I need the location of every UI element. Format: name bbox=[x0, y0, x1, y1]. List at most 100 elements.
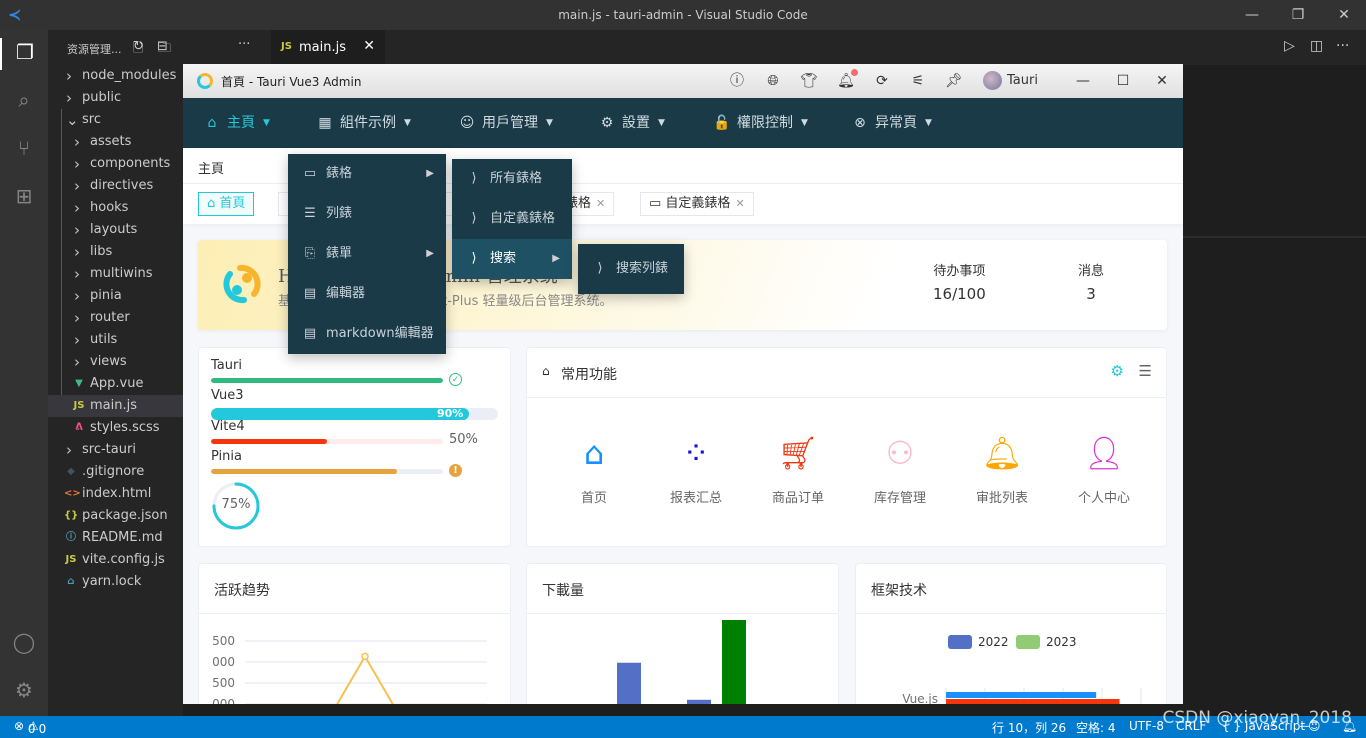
manage-gear-icon[interactable]: ⚙ bbox=[10, 676, 38, 704]
pin-icon[interactable]: 📌︎ bbox=[945, 72, 963, 90]
tree-item-vite-config-js[interactable]: JS vite.config.js bbox=[48, 549, 183, 571]
collapse-all-icon[interactable]: ⊟ bbox=[157, 39, 168, 54]
tree-item-label: assets bbox=[90, 134, 132, 149]
quick-function-item[interactable]: 🔔︎ 审批列表 bbox=[962, 433, 1042, 506]
app-close-button[interactable]: ✕ bbox=[1153, 72, 1171, 90]
line-series bbox=[336, 654, 394, 704]
submenu-item[interactable]: ⟩ 搜索 ▶ bbox=[452, 239, 572, 279]
quick-function-item[interactable]: 🛒︎ 商品订单 bbox=[758, 433, 838, 506]
menu-item[interactable]: ▤ 编輯器 bbox=[288, 274, 446, 314]
close-tab-icon[interactable]: ✕ bbox=[363, 38, 375, 54]
nav-item-error-circle[interactable]: ⊗ 异常頁 ▼ bbox=[851, 98, 932, 148]
tree-item-src-tauri[interactable]: › src-tauri bbox=[48, 439, 183, 461]
tree-item-index-html[interactable]: <> index.html bbox=[48, 483, 183, 505]
tree-item-pinia[interactable]: › pinia bbox=[48, 285, 183, 307]
menu-icon[interactable]: ☰ bbox=[1139, 362, 1152, 380]
notification-dot bbox=[851, 69, 858, 76]
refresh-icon[interactable]: ⟳ bbox=[873, 72, 891, 90]
tree-item-main-js[interactable]: JS main.js bbox=[48, 395, 183, 417]
submenu-item[interactable]: ⟩ 搜索列錶 bbox=[578, 244, 684, 294]
tag-custom-table[interactable]: ▭ 自定義錶格 ✕ bbox=[640, 192, 754, 216]
encoding[interactable]: UTF-8 bbox=[1129, 719, 1164, 733]
user-name[interactable]: Tauri bbox=[1007, 73, 1038, 88]
tree-item-node-modules[interactable]: › node_modules bbox=[48, 65, 183, 87]
nav-item-grid[interactable]: ▦ 組件示例 ▼ bbox=[316, 98, 411, 148]
editor-tab-main-js[interactable]: JS main.js ✕ bbox=[271, 30, 385, 65]
tag-close-icon[interactable]: ✕ bbox=[735, 197, 744, 210]
tag-close-icon[interactable]: ✕ bbox=[596, 197, 605, 210]
refresh-explorer-icon[interactable]: ↻ bbox=[133, 39, 144, 54]
quick-function-item[interactable]: ⚇ 库存管理 bbox=[860, 433, 940, 506]
tree-item-hooks[interactable]: › hooks bbox=[48, 197, 183, 219]
restore-button[interactable]: ❐ bbox=[1288, 5, 1308, 25]
yarn-file-icon: ⌂ bbox=[67, 576, 75, 587]
tree-item-router[interactable]: › router bbox=[48, 307, 183, 329]
breadcrumb-item[interactable]: 主頁 bbox=[198, 158, 224, 177]
settings-icon[interactable]: ⚙ bbox=[1111, 362, 1124, 380]
quick-function-label: 首页 bbox=[580, 491, 607, 506]
indentation[interactable]: 空格: 4 bbox=[1076, 719, 1116, 736]
legend-label: 2023 bbox=[1046, 635, 1077, 649]
tree-item-views[interactable]: › views bbox=[48, 351, 183, 373]
tree-item-styles-scss[interactable]: ᕕ styles.scss bbox=[48, 417, 183, 439]
tree-item-public[interactable]: › public bbox=[48, 87, 183, 109]
close-window-button[interactable]: ✕ bbox=[1334, 5, 1354, 25]
search-icon[interactable]: ⌕ bbox=[10, 86, 38, 114]
menu-item[interactable]: ▤ markdown编輯器 bbox=[288, 314, 446, 354]
menu-item[interactable]: ⎘ 錶單 ▶ bbox=[288, 234, 446, 274]
tree-item-src[interactable]: ⌄ src bbox=[48, 109, 183, 131]
menu-item-icon: ▤ bbox=[303, 286, 317, 301]
app-maximize-button[interactable]: ☐ bbox=[1114, 72, 1132, 90]
submenu-item[interactable]: ⟩ 自定義錶格 bbox=[452, 199, 572, 239]
problems-indicator[interactable]: ⊗ 0 ⚠ 0 bbox=[14, 719, 46, 736]
nav-item-users[interactable]: ☺ 用戶管理 ▼ bbox=[458, 98, 553, 148]
tree-item-components[interactable]: › components bbox=[48, 153, 183, 175]
tree-item-app-vue[interactable]: ▼ App.vue bbox=[48, 373, 183, 395]
account-icon[interactable]: ◯ bbox=[10, 628, 38, 656]
skin-shirt-icon[interactable]: 👕︎ bbox=[800, 72, 818, 90]
caret-down-icon: ▼ bbox=[404, 118, 411, 128]
tree-item-package-json[interactable]: {} package.json bbox=[48, 505, 183, 527]
menu-item[interactable]: ☰ 列錶 bbox=[288, 194, 446, 234]
app-minimize-button[interactable]: — bbox=[1074, 72, 1092, 90]
minimize-button[interactable]: — bbox=[1242, 5, 1262, 25]
tree-item-assets[interactable]: › assets bbox=[48, 131, 183, 153]
tree-item-readme-md[interactable]: ⓘ README.md bbox=[48, 527, 183, 549]
editor-more-icon[interactable]: ··· bbox=[1336, 38, 1349, 54]
tree-item-directives[interactable]: › directives bbox=[48, 175, 183, 197]
downloads-card: 下載量 bbox=[526, 563, 839, 704]
submenu-item[interactable]: ⟩ 所有錶格 bbox=[452, 159, 572, 199]
extensions-icon[interactable]: ⊞ bbox=[10, 182, 38, 210]
tree-item-layouts[interactable]: › layouts bbox=[48, 219, 183, 241]
y-category-label: Vue.js bbox=[902, 692, 938, 704]
cursor-position[interactable]: 行 10，列 26 bbox=[992, 719, 1066, 736]
quick-function-item[interactable]: ⁘ 报表汇总 bbox=[656, 433, 736, 506]
tag-home[interactable]: ⌂ 首頁 bbox=[198, 192, 255, 216]
menu-item[interactable]: ▭ 錶格 ▶ bbox=[288, 154, 446, 194]
quick-function-item[interactable]: 👤︎ 个人中心 bbox=[1064, 433, 1144, 506]
nav-item-lock[interactable]: 🔓 權限控制 ▼ bbox=[713, 98, 808, 148]
source-control-icon[interactable]: ⑂ bbox=[10, 134, 38, 162]
tree-item-libs[interactable]: › libs bbox=[48, 241, 183, 263]
tree-item-multiwins[interactable]: › multiwins bbox=[48, 263, 183, 285]
tree-item-utils[interactable]: › utils bbox=[48, 329, 183, 351]
message-label: 消息 bbox=[1078, 264, 1105, 279]
notification-bell-icon[interactable]: 🔔︎ bbox=[837, 69, 858, 90]
menu-item-icon: ▭ bbox=[303, 166, 317, 181]
more-actions-icon[interactable]: ··· bbox=[238, 37, 250, 52]
avatar[interactable] bbox=[983, 71, 1002, 90]
run-icon[interactable]: ▷ bbox=[1284, 38, 1295, 54]
js-file-icon: JS bbox=[65, 554, 77, 565]
tree-item-yarn-lock[interactable]: ⌂ yarn.lock bbox=[48, 571, 183, 593]
settings-sliders-icon[interactable]: ⚟ bbox=[909, 72, 927, 90]
message-stat[interactable]: 消息 3 bbox=[1078, 260, 1104, 303]
split-editor-icon[interactable]: ◫ bbox=[1310, 38, 1323, 54]
language-globe-icon[interactable]: 🌐︎ bbox=[764, 72, 782, 90]
explorer-icon[interactable]: ❐ bbox=[0, 38, 48, 70]
quick-function-item[interactable]: ⌂ 首页 bbox=[554, 433, 634, 506]
tree-item-gitignore[interactable]: ◆ .gitignore bbox=[48, 461, 183, 483]
todo-stat[interactable]: 待办事项 16/100 bbox=[933, 260, 986, 303]
nav-item-home[interactable]: ⌂ 主頁 ▼ bbox=[203, 98, 270, 148]
info-icon[interactable]: ⓘ bbox=[728, 72, 746, 90]
nav-item-settings[interactable]: ⚙ 設置 ▼ bbox=[598, 98, 665, 148]
